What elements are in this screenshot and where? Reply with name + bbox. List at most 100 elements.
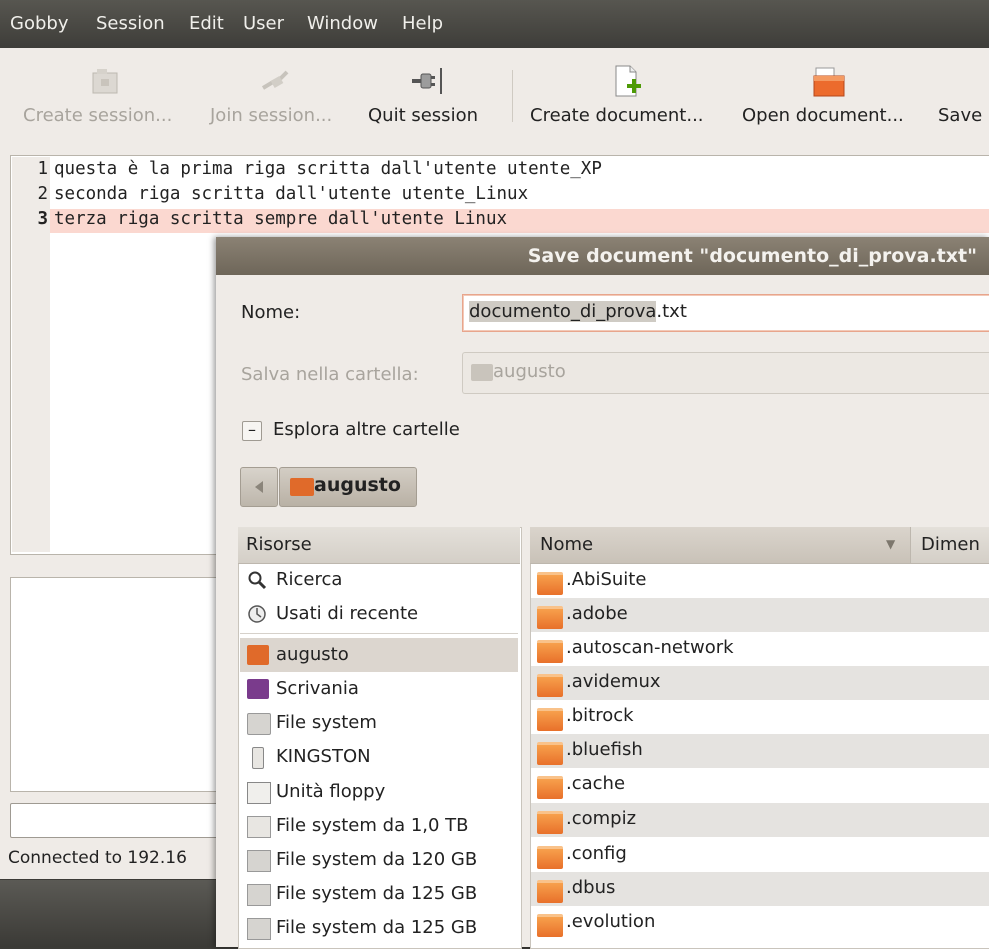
places-header-label: Risorse bbox=[246, 534, 312, 555]
places-separator bbox=[240, 633, 518, 634]
join-session-button[interactable]: Join session... bbox=[207, 48, 355, 148]
size-column-label: Dimen bbox=[921, 534, 980, 555]
create-session-icon bbox=[88, 64, 122, 98]
menu-session[interactable]: Session bbox=[96, 13, 165, 34]
file-name: .avidemux bbox=[566, 671, 661, 692]
save-folder-combo[interactable]: augusto bbox=[462, 352, 989, 394]
place-recent[interactable]: Usati di recente bbox=[240, 598, 518, 632]
save-label: Save bbox=[938, 105, 983, 126]
folder-icon bbox=[537, 572, 563, 595]
file-name: .bitrock bbox=[566, 705, 634, 726]
menu-help[interactable]: Help bbox=[402, 13, 443, 34]
place-scrivania[interactable]: Scrivania bbox=[240, 673, 518, 707]
chat-input[interactable] bbox=[10, 803, 227, 838]
menu-edit[interactable]: Edit bbox=[189, 13, 224, 34]
open-folder-icon bbox=[812, 64, 846, 98]
places-header[interactable]: Risorse bbox=[238, 527, 520, 564]
path-button-augusto[interactable]: augusto bbox=[279, 467, 417, 507]
line-number: 3 bbox=[37, 209, 48, 229]
file-name: .config bbox=[566, 843, 627, 864]
editor-line: seconda riga scritta dall'utente utente_… bbox=[54, 184, 529, 204]
folder-icon bbox=[537, 811, 563, 834]
chat-log bbox=[10, 577, 227, 792]
name-label: Nome: bbox=[241, 302, 301, 323]
floppy-icon bbox=[247, 782, 271, 804]
create-session-button[interactable]: Create session... bbox=[20, 48, 202, 148]
menu-window[interactable]: Window bbox=[307, 13, 378, 34]
dialog-titlebar: Save document "documento_di_prova.txt" bbox=[216, 237, 989, 275]
folder-icon bbox=[537, 606, 563, 629]
editor-line: terza riga scritta sempre dall'utente Li… bbox=[54, 209, 508, 229]
place-fs-125gb-2[interactable]: File system da 125 GB bbox=[240, 912, 518, 946]
filename-extension: .txt bbox=[656, 301, 687, 322]
drive-icon bbox=[247, 918, 271, 940]
place-floppy[interactable]: Unità floppy bbox=[240, 776, 518, 810]
place-fs-125gb[interactable]: File system da 125 GB bbox=[240, 878, 518, 912]
folder-icon bbox=[537, 776, 563, 799]
file-row[interactable]: .config bbox=[531, 838, 989, 872]
create-session-label: Create session... bbox=[23, 105, 173, 126]
sort-down-icon: ▼ bbox=[886, 537, 896, 551]
place-label: Unità floppy bbox=[276, 781, 386, 802]
file-row[interactable]: .avidemux bbox=[531, 666, 989, 700]
create-document-label: Create document... bbox=[530, 105, 704, 126]
filename-selected-text: documento_di_prova bbox=[469, 301, 657, 322]
size-column-header[interactable]: Dimen bbox=[911, 527, 989, 563]
drive-icon bbox=[247, 713, 271, 735]
disconnect-icon bbox=[410, 64, 444, 98]
place-label: augusto bbox=[276, 644, 349, 665]
toolbar-separator bbox=[512, 70, 513, 122]
open-document-button[interactable]: Open document... bbox=[742, 48, 932, 148]
file-row[interactable]: .autoscan-network bbox=[531, 632, 989, 666]
folder-icon bbox=[537, 674, 563, 697]
file-row[interactable]: .cache bbox=[531, 768, 989, 802]
menu-user[interactable]: User bbox=[243, 13, 284, 34]
status-bar-text: Connected to 192.16 bbox=[8, 848, 187, 868]
place-label: File system bbox=[276, 712, 377, 733]
folder-combo-value: augusto bbox=[493, 361, 566, 382]
name-column-header[interactable]: Nome ▼ bbox=[530, 527, 910, 563]
file-row[interactable]: .bitrock bbox=[531, 700, 989, 734]
folder-label: Salva nella cartella: bbox=[241, 364, 419, 385]
file-name: .bluefish bbox=[566, 739, 643, 760]
place-label: File system da 120 GB bbox=[276, 849, 478, 870]
place-search[interactable]: Ricerca bbox=[240, 564, 518, 598]
menubar: Gobby Session Edit User Window Help bbox=[0, 0, 989, 48]
home-folder-icon bbox=[290, 478, 314, 496]
usb-icon bbox=[252, 747, 264, 769]
dialog-title: Save document "documento_di_prova.txt" bbox=[527, 245, 977, 267]
filename-input[interactable]: documento_di_prova.txt bbox=[462, 294, 989, 332]
file-row[interactable]: .AbiSuite bbox=[531, 564, 989, 598]
create-document-button[interactable]: Create document... bbox=[528, 48, 728, 148]
place-augusto[interactable]: augusto bbox=[240, 639, 518, 673]
file-row[interactable]: .evolution bbox=[531, 906, 989, 940]
file-row[interactable]: .bluefish bbox=[531, 734, 989, 768]
save-button[interactable]: Save bbox=[938, 48, 989, 148]
file-row[interactable]: .adobe bbox=[531, 598, 989, 632]
menu-gobby[interactable]: Gobby bbox=[10, 13, 68, 34]
quit-session-button[interactable]: Quit session bbox=[366, 48, 500, 148]
expander-label[interactable]: Esplora altre cartelle bbox=[273, 419, 460, 440]
expander-toggle[interactable]: – bbox=[242, 421, 262, 441]
place-kingston[interactable]: KINGSTON bbox=[240, 741, 518, 775]
path-back-button[interactable] bbox=[240, 467, 278, 507]
name-column-label: Nome bbox=[540, 534, 594, 555]
folder-icon bbox=[537, 914, 563, 937]
folder-icon bbox=[537, 846, 563, 869]
place-fs-120gb[interactable]: File system da 120 GB bbox=[240, 844, 518, 878]
left-arrow-icon bbox=[255, 481, 263, 493]
file-row[interactable]: .dbus bbox=[531, 872, 989, 906]
place-filesystem[interactable]: File system bbox=[240, 707, 518, 741]
file-name: .dbus bbox=[566, 877, 616, 898]
file-name: .AbiSuite bbox=[566, 569, 647, 590]
editor-line: questa è la prima riga scritta dall'uten… bbox=[54, 159, 602, 179]
file-row[interactable]: .compiz bbox=[531, 803, 989, 837]
place-label: File system da 125 GB bbox=[276, 883, 478, 904]
place-label: Ricerca bbox=[276, 569, 343, 590]
place-fs-1tb[interactable]: File system da 1,0 TB bbox=[240, 810, 518, 844]
home-folder-icon bbox=[247, 645, 269, 665]
place-label: KINGSTON bbox=[276, 746, 371, 767]
folder-icon bbox=[537, 640, 563, 663]
place-label: File system da 125 GB bbox=[276, 917, 478, 938]
desktop-icon bbox=[247, 679, 269, 699]
